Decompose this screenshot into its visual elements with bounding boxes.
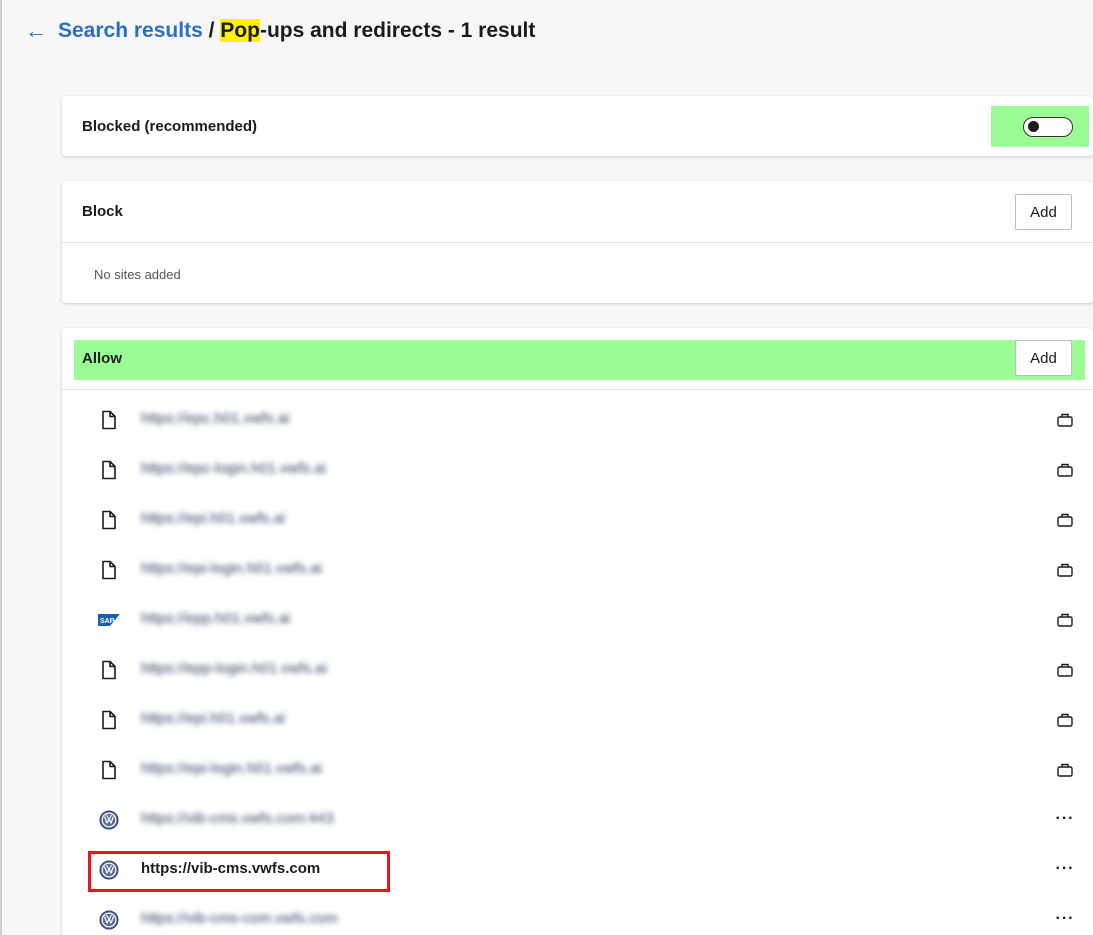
- site-url: https://vib-cms.vwfs.com:443: [141, 810, 334, 827]
- toggle-knob: [1028, 121, 1039, 132]
- block-section-title: Block: [82, 203, 123, 220]
- file-icon: [98, 509, 120, 531]
- page-header: ← Search results / Pop-ups and redirects…: [24, 14, 535, 48]
- back-arrow-icon[interactable]: ←: [24, 18, 48, 44]
- file-icon: [98, 709, 120, 731]
- allow-site-row: https://epp-login.h01.vwfs.ai: [62, 645, 1093, 695]
- breadcrumb-search-results-link[interactable]: Search results: [58, 19, 203, 42]
- allow-site-row: https://epi.h01.vwfs.ai: [62, 495, 1093, 545]
- allow-list-card: Allow Add https://epc.h01.vwfs.ai https:/…: [62, 328, 1093, 935]
- more-options-icon[interactable]: ···: [1055, 858, 1075, 880]
- site-url: https://epi-login.h01.vwfs.ai: [141, 560, 322, 577]
- site-url: https://epi.h01.vwfs.ai: [141, 710, 286, 727]
- block-empty-text: No sites added: [94, 267, 181, 282]
- more-options-icon[interactable]: ···: [1055, 808, 1075, 830]
- sap-icon: SAP: [98, 609, 120, 631]
- allow-site-row: https://epi-login.h01.vwfs.ai: [62, 545, 1093, 595]
- file-icon: [98, 459, 120, 481]
- allow-section-title: Allow: [82, 350, 122, 367]
- blocked-toggle[interactable]: [1023, 117, 1073, 137]
- allow-header-highlight: [74, 340, 1085, 380]
- svg-text:SAP: SAP: [100, 618, 115, 625]
- site-url: https://vib-cms-com.vwfs.com: [141, 910, 338, 927]
- allow-site-row: https://epc.h01.vwfs.ai: [62, 395, 1093, 445]
- site-url: https://epc-login.h01.vwfs.ai: [141, 460, 327, 477]
- divider: [62, 389, 1093, 390]
- allow-site-row: https://epi-login.h01.vwfs.ai: [62, 745, 1093, 795]
- briefcase-icon[interactable]: [1055, 408, 1075, 430]
- allow-site-row: SAP https://epp.h01.vwfs.ai: [62, 595, 1093, 645]
- blocked-setting-card: Blocked (recommended): [62, 96, 1093, 156]
- blocked-label: Blocked (recommended): [82, 118, 258, 135]
- toggle-highlight: [991, 106, 1089, 147]
- site-url: https://epp.h01.vwfs.ai: [141, 610, 291, 627]
- allow-site-row: https://vib-cms-com.vwfs.com ···: [62, 895, 1093, 935]
- file-icon: [98, 409, 120, 431]
- briefcase-icon[interactable]: [1055, 658, 1075, 680]
- file-icon: [98, 759, 120, 781]
- site-url: https://epi.h01.vwfs.ai: [141, 510, 286, 527]
- divider: [62, 242, 1093, 243]
- vw-icon: [98, 809, 120, 831]
- allow-site-row: https://epi.h01.vwfs.ai: [62, 695, 1093, 745]
- page-title-rest: -ups and redirects - 1 result: [259, 19, 536, 42]
- briefcase-icon[interactable]: [1055, 708, 1075, 730]
- allow-site-row: https://vib-cms.vwfs.com:443 ···: [62, 795, 1093, 845]
- more-options-icon[interactable]: ···: [1055, 908, 1075, 930]
- breadcrumb: Search results / Pop-ups and redirects -…: [58, 19, 535, 43]
- site-url: https://epi-login.h01.vwfs.ai: [141, 760, 322, 777]
- site-url: https://epp-login.h01.vwfs.ai: [141, 660, 327, 677]
- block-list-card: Block Add No sites added: [62, 181, 1093, 303]
- search-highlight: Pop: [220, 19, 260, 42]
- allow-site-row: https://epc-login.h01.vwfs.ai: [62, 445, 1093, 495]
- briefcase-icon[interactable]: [1055, 458, 1075, 480]
- file-icon: [98, 559, 120, 581]
- briefcase-icon[interactable]: [1055, 558, 1075, 580]
- vw-icon: [98, 909, 120, 931]
- file-icon: [98, 659, 120, 681]
- site-url: https://epc.h01.vwfs.ai: [141, 410, 290, 427]
- settings-panel: ← Search results / Pop-ups and redirects…: [0, 0, 1093, 935]
- annotation-highlight-box: [88, 851, 390, 892]
- breadcrumb-separator: /: [208, 19, 215, 42]
- briefcase-icon[interactable]: [1055, 608, 1075, 630]
- block-add-button[interactable]: Add: [1015, 194, 1072, 230]
- briefcase-icon[interactable]: [1055, 758, 1075, 780]
- briefcase-icon[interactable]: [1055, 508, 1075, 530]
- allow-add-button[interactable]: Add: [1015, 340, 1072, 376]
- page-title: Pop-ups and redirects - 1 result: [220, 19, 535, 42]
